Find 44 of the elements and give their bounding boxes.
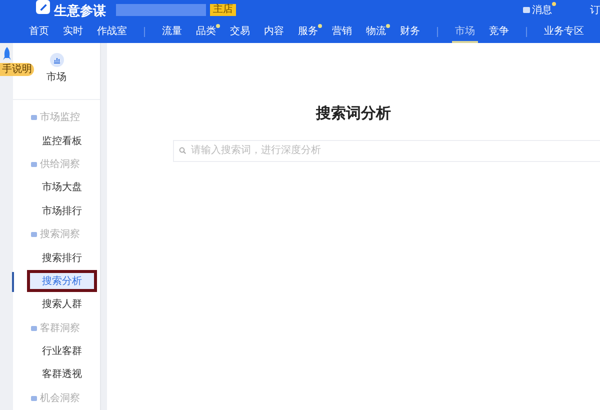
sidebar-item[interactable]: 市场大盘 <box>27 176 97 199</box>
nav-tab[interactable]: 服务 <box>291 20 325 43</box>
nav-tab[interactable]: 交易 <box>223 20 257 43</box>
nav-tab[interactable]: 首页 <box>22 20 56 43</box>
rocket-icon <box>2 47 12 61</box>
logo-text: 生意参谋 <box>54 4 106 16</box>
nav-tab[interactable]: 作战室 <box>90 20 134 43</box>
sidebar-item[interactable]: 行业客群 <box>27 340 97 363</box>
folder-icon <box>31 396 37 401</box>
nav-tab[interactable]: 物流 <box>359 20 393 43</box>
nav-tab[interactable]: 市场 <box>448 20 482 43</box>
nav-tab[interactable]: 财务 <box>393 20 427 43</box>
sidebar-item[interactable]: 搜索分析 <box>27 270 97 292</box>
sidebar-item[interactable]: 客群透视 <box>27 364 97 386</box>
sidebar-item[interactable]: 搜索排行 <box>27 247 97 270</box>
chart-icon <box>50 53 64 67</box>
group-label: 客群洞察 <box>40 322 80 336</box>
search-field[interactable]: 请输入搜索词，进行深度分析 <box>173 140 600 162</box>
page-title: 搜索词分析 <box>316 104 391 124</box>
sidebar-item[interactable]: 市场排行 <box>27 200 97 222</box>
sidebar-item[interactable]: 监控看板 <box>27 130 97 152</box>
search-icon <box>179 146 186 154</box>
group-label: 市场监控 <box>40 110 80 126</box>
mail-icon <box>523 7 530 13</box>
folder-icon <box>31 232 37 238</box>
nav-tab[interactable]: 品类 <box>189 20 223 43</box>
guide-tab[interactable]: 手说明 <box>0 63 34 76</box>
nav-tab[interactable]: 竞争 <box>482 20 516 43</box>
sidebar-title: 市场 <box>46 70 66 85</box>
cut-link[interactable]: 订 <box>590 2 600 18</box>
group-label: 搜索洞察 <box>40 228 80 242</box>
group-label: 供给洞察 <box>40 158 80 172</box>
folder-icon <box>31 326 37 331</box>
group-label: 机会洞察 <box>40 392 80 406</box>
folder-icon <box>31 115 37 120</box>
nav-tab[interactable]: 营销 <box>325 20 359 43</box>
nav-tab[interactable]: 实时 <box>56 20 90 43</box>
messages-link[interactable]: 消息 <box>523 2 552 18</box>
nav-tab[interactable]: 内容 <box>257 20 291 43</box>
nav-tab[interactable]: 业务专区 <box>537 20 591 43</box>
shop-badge: 主店 <box>210 4 236 16</box>
folder-icon <box>31 162 37 167</box>
sidebar-item[interactable]: 搜索人群 <box>27 294 97 316</box>
nav-tab[interactable]: 流量 <box>155 20 189 43</box>
